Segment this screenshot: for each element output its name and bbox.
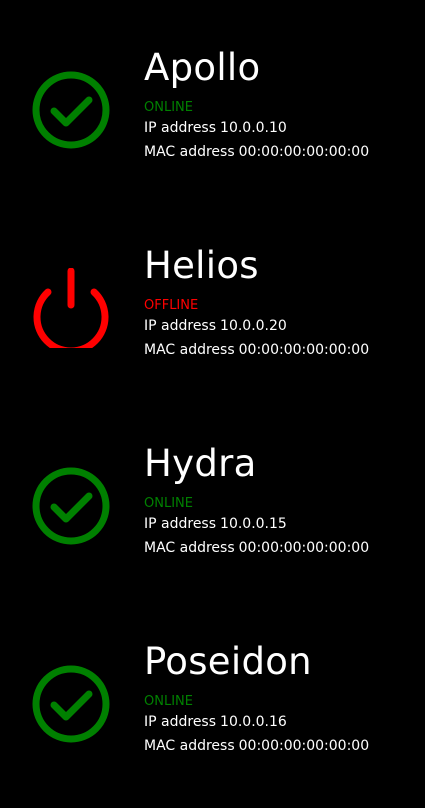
server-list: Apollo ONLINE IP address 10.0.0.10 MAC ad… <box>0 0 425 808</box>
mac-address-value: 00:00:00:00:00:00 <box>238 144 370 160</box>
server-info: Poseidon ONLINE IP address 10.0.0.16 MAC … <box>144 640 424 758</box>
power-icon <box>31 268 111 348</box>
ip-address-value: 10.0.0.20 <box>220 318 287 334</box>
ip-address-row: IP address 10.0.0.20 <box>144 314 424 338</box>
mac-address-value: 00:00:00:00:00:00 <box>238 738 370 754</box>
mac-address-row: MAC address 00:00:00:00:00:00 <box>144 140 424 164</box>
mac-address-label: MAC address <box>144 342 235 358</box>
status-label: OFFLINE <box>144 298 199 313</box>
ip-address-label: IP address <box>144 516 217 532</box>
status-label: ONLINE <box>144 694 193 709</box>
ip-address-value: 10.0.0.15 <box>220 516 287 532</box>
mac-address-value: 00:00:00:00:00:00 <box>238 540 370 556</box>
ip-address-row: IP address 10.0.0.15 <box>144 512 424 536</box>
server-card-apollo: Apollo ONLINE IP address 10.0.0.10 MAC ad… <box>0 46 425 196</box>
server-card-poseidon: Poseidon ONLINE IP address 10.0.0.16 MAC … <box>0 640 425 790</box>
ip-address-label: IP address <box>144 714 217 730</box>
status-label: ONLINE <box>144 100 193 115</box>
server-name: Hydra <box>144 442 257 485</box>
check-circle-icon <box>31 664 111 744</box>
ip-address-label: IP address <box>144 318 217 334</box>
ip-address-value: 10.0.0.16 <box>220 714 287 730</box>
ip-address-row: IP address 10.0.0.16 <box>144 710 424 734</box>
ip-address-value: 10.0.0.10 <box>220 120 287 136</box>
check-circle-icon <box>31 466 111 546</box>
server-name: Helios <box>144 244 259 287</box>
ip-address-label: IP address <box>144 120 217 136</box>
server-info: Helios OFFLINE IP address 10.0.0.20 MAC a… <box>144 244 424 362</box>
status-label: ONLINE <box>144 496 193 511</box>
mac-address-label: MAC address <box>144 738 235 754</box>
server-card-hydra: Hydra ONLINE IP address 10.0.0.15 MAC add… <box>0 442 425 592</box>
mac-address-value: 00:00:00:00:00:00 <box>238 342 370 358</box>
server-name: Poseidon <box>144 640 312 683</box>
check-circle-icon <box>31 70 111 150</box>
ip-address-row: IP address 10.0.0.10 <box>144 116 424 140</box>
server-info: Apollo ONLINE IP address 10.0.0.10 MAC ad… <box>144 46 424 164</box>
server-card-helios: Helios OFFLINE IP address 10.0.0.20 MAC a… <box>0 244 425 394</box>
server-name: Apollo <box>144 46 261 89</box>
mac-address-label: MAC address <box>144 144 235 160</box>
mac-address-row: MAC address 00:00:00:00:00:00 <box>144 536 424 560</box>
server-info: Hydra ONLINE IP address 10.0.0.15 MAC add… <box>144 442 424 560</box>
mac-address-row: MAC address 00:00:00:00:00:00 <box>144 338 424 362</box>
mac-address-label: MAC address <box>144 540 235 556</box>
mac-address-row: MAC address 00:00:00:00:00:00 <box>144 734 424 758</box>
